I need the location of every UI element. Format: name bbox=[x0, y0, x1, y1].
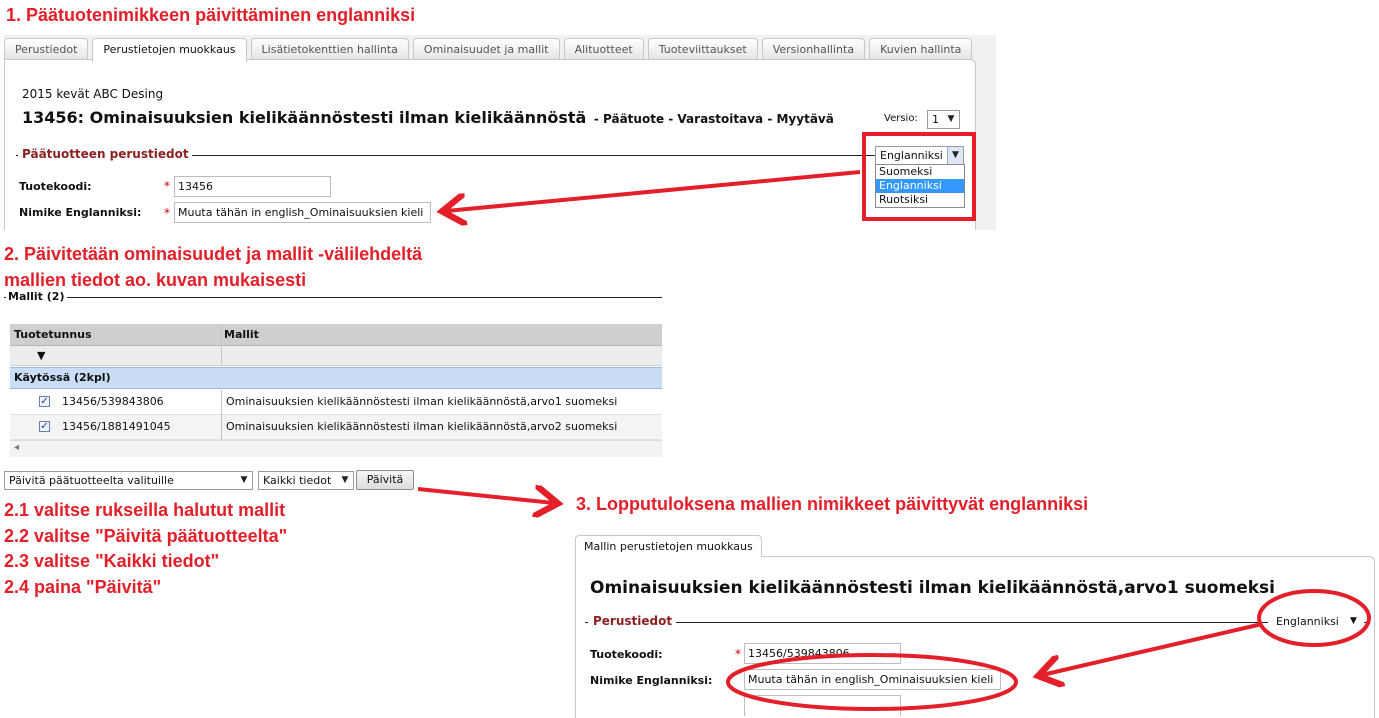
model-language-select[interactable]: Englanniksi ▼ bbox=[1268, 612, 1364, 632]
name-label: Nimike Englanniksi: bbox=[19, 206, 142, 219]
triangle-down-icon[interactable]: ▼ bbox=[37, 346, 45, 365]
row-model: Ominaisuuksien kielikäännöstesti ilman k… bbox=[226, 420, 618, 433]
model-title: Ominaisuuksien kielikäännöstesti ilman k… bbox=[590, 578, 1275, 598]
name-field[interactable]: Muuta tähän in english_Ominaisuuksien ki… bbox=[174, 202, 431, 223]
version-select[interactable]: 1 ▼ bbox=[927, 110, 960, 129]
model-name-field[interactable]: Muuta tähän in english_Ominaisuuksien ki… bbox=[744, 669, 1001, 690]
tab-ominaisuudet-ja-mallit[interactable]: Ominaisuudet ja mallit bbox=[412, 38, 560, 60]
step2-3-text: 2.3 valitse "Kaikki tiedot" bbox=[4, 551, 220, 571]
tab-kuvien-hallinta[interactable]: Kuvien hallinta bbox=[869, 38, 973, 60]
update-source-select[interactable]: Päivitä päätuotteelta valituille ▼ bbox=[4, 471, 253, 490]
step2-2-text: 2.2 valitse "Päivitä päätuotteelta" bbox=[4, 526, 288, 546]
tab-tuoteviittaukset[interactable]: Tuoteviittaukset bbox=[647, 38, 758, 60]
step2-heading: 2. Päivitetään ominaisuudet ja mallit -v… bbox=[4, 244, 423, 264]
scroll-left-icon[interactable]: ◂ bbox=[14, 442, 19, 453]
grid-horizontal-scrollbar[interactable]: ◂ bbox=[10, 440, 662, 457]
model-section-title: Perustiedot bbox=[588, 614, 677, 628]
product-editor-panel: Perustiedot Perustietojen muokkaus Lisät… bbox=[4, 35, 996, 230]
models-divider bbox=[4, 297, 662, 298]
collection-name: 2015 kevät ABC Desing bbox=[22, 87, 164, 101]
product-subtitle: - Päätuote - Varastoitava - Myytävä bbox=[593, 112, 834, 126]
highlight-language-box bbox=[862, 132, 976, 221]
row-model: Ominaisuuksien kielikäännöstesti ilman k… bbox=[226, 395, 618, 408]
product-tabs: Perustiedot Perustietojen muokkaus Lisät… bbox=[4, 38, 973, 62]
product-editor-content bbox=[4, 59, 976, 230]
column-header-mallit[interactable]: Mallit bbox=[224, 324, 259, 345]
tab-perustiedot[interactable]: Perustiedot bbox=[4, 38, 89, 60]
step2-1-text: 2.1 valitse rukseilla halutut mallit bbox=[4, 500, 286, 520]
step2-4-text: 2.4 paina "Päivitä" bbox=[4, 577, 162, 597]
update-source-value: Päivitä päätuotteelta valituille bbox=[9, 474, 174, 487]
chevron-down-icon: ▼ bbox=[341, 475, 349, 485]
table-row: ✓ 13456/539843806 Ominaisuuksien kielikä… bbox=[10, 390, 662, 415]
section-title: Päätuotteen perustiedot bbox=[18, 147, 192, 161]
update-scope-value: Kaikki tiedot bbox=[263, 474, 332, 487]
next-field[interactable] bbox=[744, 695, 901, 716]
model-section-divider bbox=[585, 622, 1369, 623]
table-row: ✓ 13456/1881491045 Ominaisuuksien kielik… bbox=[10, 415, 662, 440]
chevron-down-icon: ▼ bbox=[947, 114, 955, 124]
tab-lisatietokenttien-hallinta[interactable]: Lisätietokenttien hallinta bbox=[250, 38, 409, 60]
tab-perustietojen-muokkaus[interactable]: Perustietojen muokkaus bbox=[92, 38, 247, 62]
product-title: 13456: Ominaisuuksien kielikäännöstesti … bbox=[22, 108, 587, 127]
models-grid-header: Tuotetunnus Mallit bbox=[10, 324, 662, 346]
arrow-to-result bbox=[417, 489, 554, 503]
chevron-down-icon: ▼ bbox=[240, 475, 248, 485]
row-checkbox[interactable]: ✓ bbox=[39, 396, 50, 407]
column-header-tuotetunnus[interactable]: Tuotetunnus bbox=[14, 324, 92, 345]
row-checkbox[interactable]: ✓ bbox=[39, 421, 50, 432]
tab-versionhallinta[interactable]: Versionhallinta bbox=[761, 38, 866, 60]
model-language-value: Englanniksi bbox=[1276, 615, 1339, 628]
models-title: Mallit (2) bbox=[6, 290, 68, 303]
row-code: 13456/1881491045 bbox=[62, 420, 171, 433]
step3-heading: 3. Lopputuloksena mallien nimikkeet päiv… bbox=[576, 494, 1089, 514]
step1-heading: 1. Päätuotenimikkeen päivittäminen engla… bbox=[6, 5, 416, 25]
column-separator bbox=[221, 324, 222, 366]
version-value: 1 bbox=[932, 113, 939, 126]
version-label: Versio: bbox=[884, 113, 918, 124]
chevron-down-icon: ▼ bbox=[1350, 616, 1357, 626]
product-code-label: Tuotekoodi: bbox=[19, 180, 92, 193]
update-scope-select[interactable]: Kaikki tiedot ▼ bbox=[258, 471, 354, 490]
tab-alituotteet[interactable]: Alituotteet bbox=[563, 38, 644, 60]
row-code: 13456/539843806 bbox=[62, 395, 164, 408]
page-title: 13456: Ominaisuuksien kielikäännöstesti … bbox=[22, 108, 834, 127]
tab-mallin-perustietojen-muokkaus[interactable]: Mallin perustietojen muokkaus bbox=[575, 535, 762, 557]
models-group-row[interactable]: Käytössä (2kpl) bbox=[10, 367, 662, 389]
model-name-label: Nimike Englanniksi: bbox=[590, 674, 713, 687]
model-product-code-label: Tuotekoodi: bbox=[590, 648, 663, 661]
update-button[interactable]: Päivitä bbox=[356, 470, 414, 490]
required-marker: * bbox=[164, 179, 170, 193]
models-grid-filter-row: ▼ bbox=[10, 346, 662, 366]
required-marker: * bbox=[735, 647, 741, 661]
column-separator bbox=[221, 390, 222, 440]
required-marker: * bbox=[164, 206, 170, 220]
product-code-field[interactable]: 13456 bbox=[174, 176, 331, 197]
model-product-code-field[interactable]: 13456/539843806 bbox=[744, 643, 901, 664]
